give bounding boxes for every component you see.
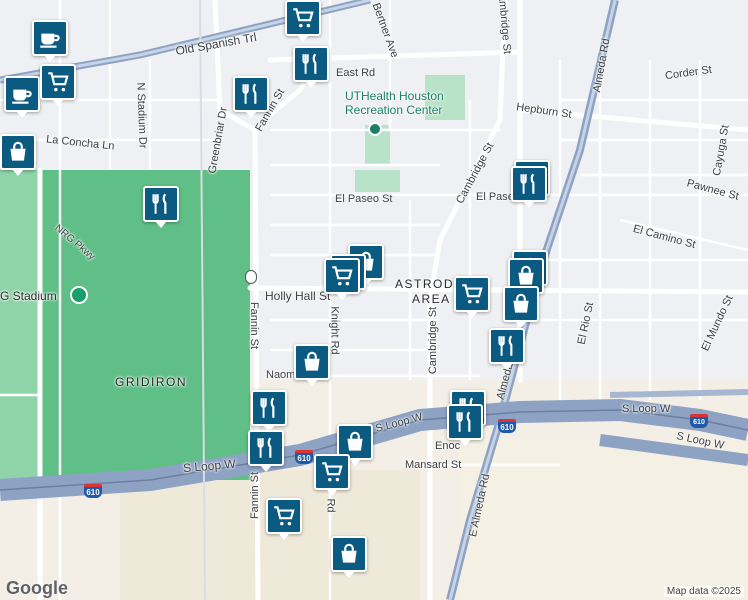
poi-label-line1: UTHealth Houston <box>345 89 444 103</box>
pin-shopping-cart[interactable] <box>314 454 350 496</box>
shopping-bag-icon <box>513 293 529 313</box>
shopping-bag-icon <box>341 543 357 563</box>
street-label: Fannin St <box>248 301 261 350</box>
street-label: Cambridge St <box>427 306 440 375</box>
restaurant-icon <box>498 335 513 356</box>
coffee-cup-icon <box>40 33 60 48</box>
rail-station-icon <box>245 270 257 284</box>
shopping-cart-icon <box>293 8 314 28</box>
restaurant-icon <box>152 193 167 214</box>
shopping-cart-icon <box>322 462 343 482</box>
street-label: Fannin St <box>249 471 262 520</box>
street-label: El Paseo St <box>335 193 393 205</box>
stadium-icon <box>70 286 88 304</box>
shopping-bag-icon <box>304 351 320 371</box>
street-label: S Loop W <box>622 403 671 415</box>
pin-restaurant[interactable] <box>489 328 525 370</box>
pin-restaurant[interactable] <box>447 404 483 446</box>
restaurant-icon <box>257 437 272 458</box>
pin-restaurant[interactable] <box>293 46 329 88</box>
area-label-stadium: G Stadium <box>0 289 57 303</box>
highway-shield: 610 <box>498 419 516 433</box>
street-label: N Stadium Dr <box>134 82 149 149</box>
map-attribution[interactable]: Map data ©2025 <box>663 586 744 597</box>
pin-shopping-cart[interactable] <box>266 498 302 540</box>
street-label: Knight Rd <box>328 306 341 355</box>
highway-shield: 610 <box>84 484 102 498</box>
highway-shield: 610 <box>690 414 708 428</box>
street-label: Enoc <box>435 440 461 452</box>
pin-coffee[interactable] <box>32 20 68 62</box>
pin-shopping-cart[interactable] <box>40 64 76 106</box>
poi-marker-icon[interactable] <box>368 122 382 136</box>
highway-shield: 610 <box>295 450 313 464</box>
shopping-cart-icon <box>274 506 295 526</box>
pin-restaurant[interactable] <box>143 186 179 228</box>
pin-restaurant[interactable] <box>251 390 287 432</box>
restaurant-icon <box>260 397 275 418</box>
pin-shopping-bag[interactable] <box>331 536 367 578</box>
pin-restaurant[interactable] <box>233 76 269 118</box>
map-canvas[interactable]: Old Spanish Trl East Rd Bertner Ave Camb… <box>0 0 748 600</box>
pin-restaurant[interactable] <box>248 430 284 472</box>
street-label: Mansard St <box>405 459 462 471</box>
pin-shopping-cart[interactable] <box>324 258 360 300</box>
street-label: Naom <box>266 369 296 381</box>
google-logo[interactable]: Google <box>6 578 68 599</box>
restaurant-icon <box>302 53 317 74</box>
street-label: Rd <box>324 498 337 513</box>
pin-shopping-cart[interactable] <box>454 276 490 318</box>
pin-shopping-bag[interactable] <box>294 344 330 386</box>
shopping-cart-icon <box>48 72 69 92</box>
pin-shopping-bag[interactable] <box>0 134 36 176</box>
pin-restaurant[interactable] <box>511 166 547 208</box>
street-label: Holly Hall St <box>265 289 331 303</box>
restaurant-icon <box>456 411 471 432</box>
street-label: East Rd <box>336 67 376 79</box>
pin-coffee[interactable] <box>4 76 40 118</box>
area-label-astrodome-2: AREA <box>412 292 451 306</box>
shopping-cart-icon <box>462 284 483 304</box>
coffee-cup-icon <box>12 89 32 104</box>
shopping-bag-icon <box>347 431 363 451</box>
pin-shopping-cart[interactable] <box>285 0 321 42</box>
restaurant-icon <box>242 83 257 104</box>
shopping-bag-icon <box>10 141 26 161</box>
restaurant-icon <box>520 173 535 194</box>
area-label-gridiron: GRIDIRON <box>115 375 187 389</box>
shopping-cart-icon <box>332 266 353 286</box>
pin-shopping-bag[interactable] <box>503 286 539 328</box>
poi-label-line2: Recreation Center <box>345 103 443 117</box>
